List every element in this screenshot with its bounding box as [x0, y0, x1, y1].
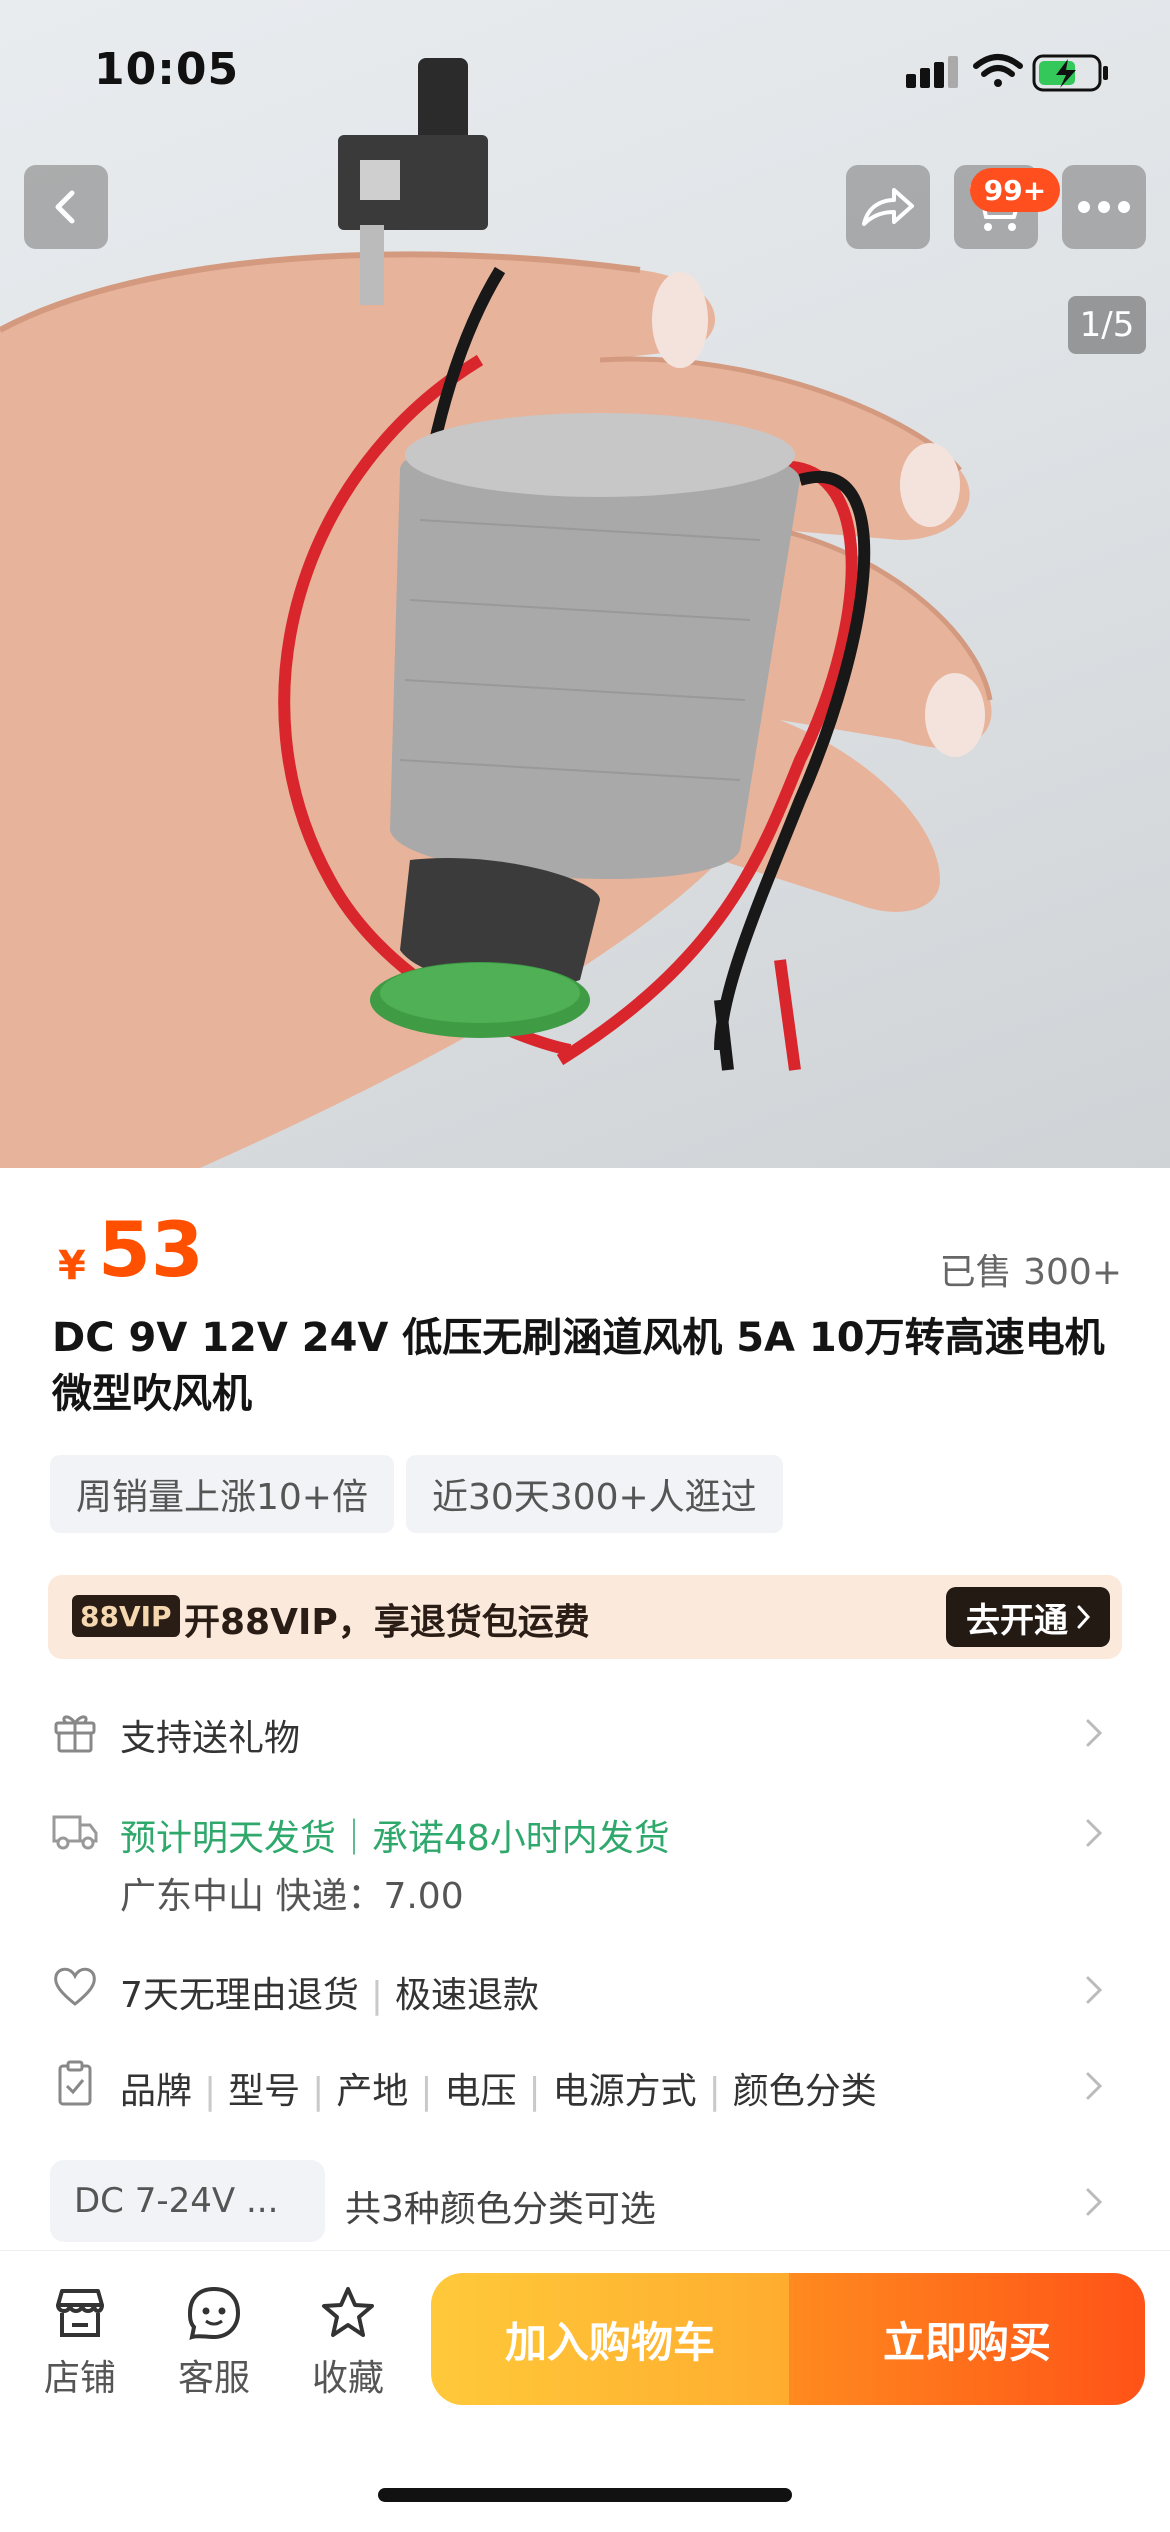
chat-face-icon — [187, 2286, 241, 2340]
params-row[interactable]: 品牌 | 型号 | 产地 | 电压 | 电源方式 | 颜色分类 — [50, 2058, 1122, 2118]
product-image-gallery[interactable]: 10:05 99+ 1/5 — [0, 0, 1170, 1168]
trend-tags: 周销量上涨10+倍 近30天300+人逛过 — [50, 1455, 783, 1533]
heart-icon — [54, 1967, 96, 2006]
chevron-right-icon — [1086, 1819, 1103, 1847]
wifi-icon — [973, 54, 1023, 87]
chevron-right-icon — [1086, 2072, 1103, 2100]
divider: | — [204, 2071, 217, 2112]
store-icon — [56, 2289, 104, 2337]
param-label: 电源方式 — [552, 2071, 697, 2112]
battery-icon — [1032, 54, 1108, 92]
color-options-text[interactable]: 共3种颜色分类可选 — [345, 2180, 656, 2232]
price-row: ¥ 53 已售 300+ — [52, 1205, 1122, 1295]
product-title: DC 9V 12V 24V 低压无刷涵道风机 5A 10万转高速电机 微型吹风机 — [52, 1315, 1105, 1417]
divider: | — [370, 1975, 384, 2016]
favorite-label: 收藏 — [311, 2358, 384, 2399]
more-dots-icon — [1078, 201, 1130, 213]
status-bar: 10:05 — [0, 0, 1170, 140]
share-icon — [862, 188, 914, 226]
vip-text: 开88VIP，享退货包运费 — [184, 1602, 590, 1643]
trend-tag: 近30天300+人逛过 — [405, 1455, 783, 1533]
param-label: 电压 — [444, 2071, 517, 2112]
buy-now-button[interactable]: 立即购买 — [789, 2273, 1145, 2405]
returns-row[interactable]: 7天无理由退货 | 极速退款 — [50, 1962, 1122, 2022]
chevron-right-icon — [1086, 1719, 1103, 1747]
divider: | — [708, 2071, 721, 2112]
vip-activate-button[interactable]: 去开通 — [946, 1587, 1110, 1647]
param-label: 颜色分类 — [732, 2071, 877, 2112]
star-icon — [322, 2287, 374, 2337]
param-label: 型号 — [228, 2071, 301, 2112]
chevron-left-icon — [55, 190, 75, 224]
shop-button[interactable]: 店铺 — [30, 2283, 130, 2403]
truck-icon — [52, 1815, 98, 1850]
status-time: 10:05 — [94, 44, 240, 95]
trend-tag: 周销量上涨10+倍 — [50, 1455, 394, 1533]
shipping-row[interactable]: 预计明天发货｜承诺48小时内发货 广东中山 快递：7.00 — [50, 1805, 1122, 1925]
chevron-right-icon — [1086, 1976, 1103, 2004]
divider: | — [312, 2071, 325, 2112]
params-list: 品牌 | 型号 | 产地 | 电压 | 电源方式 | 颜色分类 — [120, 2062, 877, 2114]
cart-count-badge: 99+ — [970, 168, 1060, 212]
fast-refund: 极速退款 — [395, 1975, 540, 2016]
chevron-right-icon — [1077, 1605, 1091, 1629]
back-button[interactable] — [24, 165, 108, 249]
chevron-right-icon — [1086, 2188, 1103, 2216]
add-to-cart-button[interactable]: 加入购物车 — [431, 2273, 789, 2405]
clipboard-icon — [58, 2060, 92, 2106]
param-label: 品牌 — [120, 2071, 193, 2112]
divider: | — [528, 2071, 541, 2112]
vip-banner[interactable]: 88VIP 开88VIP，享退货包运费 去开通 — [48, 1575, 1122, 1659]
shipping-origin: 广东中山 快递：7.00 — [120, 1876, 464, 1917]
shipping-estimate: 预计明天发货｜承诺48小时内发货 — [120, 1818, 670, 1859]
image-counter: 1/5 — [1068, 296, 1146, 354]
vip-activate-label: 去开通 — [966, 1600, 1068, 1641]
home-indicator[interactable] — [378, 2488, 792, 2502]
customer-service-button[interactable]: 客服 — [164, 2283, 264, 2403]
param-label: 产地 — [336, 2071, 409, 2112]
currency-symbol: ¥ — [58, 1243, 86, 1289]
customer-service-label: 客服 — [177, 2358, 250, 2399]
more-button[interactable] — [1062, 165, 1146, 249]
shop-label: 店铺 — [43, 2358, 116, 2399]
favorite-button[interactable]: 收藏 — [298, 2283, 398, 2403]
vip-logo: 88VIP — [72, 1595, 180, 1637]
share-button[interactable] — [846, 165, 930, 249]
color-option-chip[interactable]: DC 7-24V ... — [50, 2160, 325, 2242]
gift-icon — [54, 1715, 96, 1753]
returns-policy: 7天无理由退货 — [120, 1975, 359, 2016]
gift-label: 支持送礼物 — [120, 1718, 301, 1759]
gift-row[interactable]: 支持送礼物 — [50, 1705, 1122, 1765]
divider: | — [420, 2071, 433, 2112]
returns-label: 7天无理由退货 | 极速退款 — [120, 1966, 539, 2018]
signal-icon — [906, 56, 958, 88]
status-icons — [906, 54, 1108, 92]
sold-count: 已售 300+ — [939, 1252, 1122, 1293]
price-value: 53 — [98, 1205, 204, 1294]
